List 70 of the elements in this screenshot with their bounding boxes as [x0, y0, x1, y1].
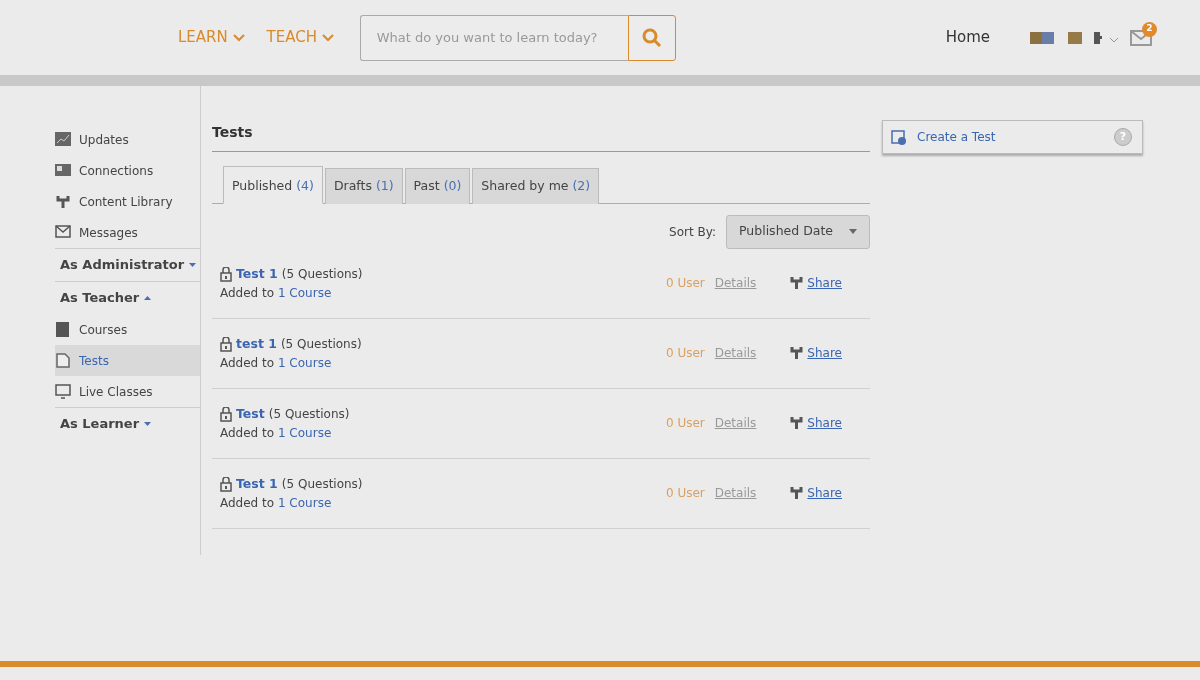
sidebar-item[interactable]: Tests	[55, 345, 200, 376]
sidebar-item[interactable]: Connections	[55, 155, 200, 186]
course-link[interactable]: 1 Course	[277, 355, 332, 370]
tab[interactable]: Shared by me (2)	[472, 168, 600, 204]
user-count: 0 User	[665, 345, 705, 363]
sidebar-section-toggle[interactable]: As Teacher	[55, 281, 200, 314]
contact-card-icon	[55, 163, 71, 178]
added-to-text: Added to 1 Course	[220, 284, 333, 302]
sort-dropdown[interactable]: Published Date	[726, 214, 870, 249]
course-link[interactable]: 1 Course	[277, 285, 332, 300]
share-link[interactable]: Share	[807, 414, 842, 433]
sidebar-item[interactable]: Courses	[55, 314, 200, 345]
tab[interactable]: Past (0)	[404, 168, 471, 204]
tab[interactable]: Published (4)	[223, 166, 323, 204]
added-to-text: Added to 1 Course	[220, 424, 333, 442]
course-link[interactable]: 1 Course	[277, 425, 332, 440]
added-to-text: Added to 1 Course	[220, 354, 333, 372]
caret-up-icon	[144, 296, 152, 300]
document-icon	[55, 353, 71, 368]
user-count: 0 User	[665, 415, 705, 433]
lock-icon	[220, 266, 232, 282]
share-link[interactable]: Share	[807, 274, 842, 293]
search-icon	[641, 27, 662, 48]
question-count: (5 Questions)	[280, 336, 362, 354]
search-field[interactable]: What do you want to learn today?	[359, 14, 628, 61]
caret-down-icon	[849, 229, 857, 235]
course-link[interactable]: 1 Course	[277, 495, 332, 510]
test-title-link[interactable]: Test 1	[236, 264, 278, 284]
added-to-text: Added to 1 Course	[220, 494, 333, 512]
page-title: Tests	[212, 122, 870, 152]
user-count: 0 User	[665, 485, 705, 503]
hierarchy-icon	[790, 416, 804, 431]
sidebar-item[interactable]: Live Classes	[55, 376, 200, 407]
test-title-link[interactable]: Test	[236, 404, 265, 424]
question-count: (5 Questions)	[281, 476, 363, 494]
lock-icon	[220, 336, 232, 352]
home-link[interactable]: Home	[945, 26, 990, 49]
share-link[interactable]: Share	[807, 484, 842, 503]
share-link[interactable]: Share	[807, 344, 842, 363]
create-test-link[interactable]: Create a Test	[917, 128, 996, 146]
mail-icon[interactable]	[1130, 30, 1152, 46]
hierarchy-icon	[55, 194, 71, 209]
sort-label: Sort By:	[669, 223, 716, 241]
monitor-icon	[55, 384, 71, 399]
search-button[interactable]	[627, 14, 676, 61]
test-title-link[interactable]: Test 1	[236, 474, 278, 494]
sidebar-item[interactable]: Updates	[55, 124, 200, 155]
hierarchy-icon	[790, 346, 804, 361]
user-count: 0 User	[665, 275, 705, 293]
notification-count: 2	[1142, 21, 1157, 37]
test-title-link[interactable]: test 1	[236, 334, 277, 354]
sidebar-section-toggle[interactable]: As Learner	[55, 407, 200, 440]
chevron-down-icon	[321, 33, 334, 42]
hierarchy-icon	[790, 276, 804, 291]
add-document-icon	[891, 129, 907, 145]
question-count: (5 Questions)	[268, 406, 350, 424]
caret-down-icon	[144, 422, 152, 426]
caret-down-icon	[189, 263, 197, 267]
question-count: (5 Questions)	[281, 266, 363, 284]
chevron-down-icon	[232, 33, 245, 42]
lock-icon	[220, 406, 232, 422]
sidebar-item[interactable]: Content Library	[55, 186, 200, 217]
lock-icon	[220, 476, 232, 492]
chart-icon	[55, 132, 71, 147]
hierarchy-icon	[790, 486, 804, 501]
tab[interactable]: Drafts (1)	[324, 168, 403, 204]
sidebar-section-toggle[interactable]: As Administrator	[55, 248, 200, 281]
sidebar-item[interactable]: Messages	[55, 217, 200, 248]
mail-icon	[55, 225, 71, 240]
book-icon	[55, 322, 71, 337]
